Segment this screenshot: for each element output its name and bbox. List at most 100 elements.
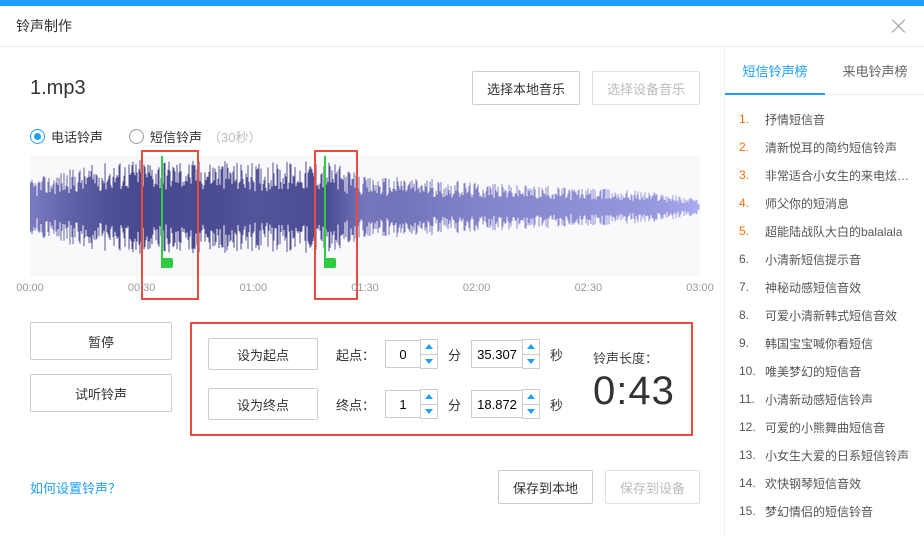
rank-title: 小女生大爱的日系短信铃声 <box>765 447 909 464</box>
rank-item[interactable]: 6. 小清新短信提示音 <box>725 245 924 273</box>
rank-item[interactable]: 8. 可爱小清新韩式短信音效 <box>725 301 924 329</box>
rank-item[interactable]: 11. 小清新动感短信铃声 <box>725 385 924 413</box>
tick-label: 02:30 <box>575 282 603 294</box>
end-sec-stepper[interactable] <box>471 389 540 419</box>
rank-number: 5. <box>739 224 759 238</box>
rank-number: 11. <box>739 392 759 406</box>
rank-title: 清新悦耳的简约短信铃声 <box>765 139 897 156</box>
rank-title: 韩国宝宝喊你看短信 <box>765 335 873 352</box>
file-name: 1.mp3 <box>30 77 86 100</box>
rank-title: 梦幻情侣的短信铃音 <box>765 503 873 520</box>
step-up-icon[interactable] <box>523 390 539 405</box>
rank-item[interactable]: 10.唯美梦幻的短信音 <box>725 357 924 385</box>
tick-label: 00:00 <box>16 282 44 294</box>
start-sec-stepper[interactable] <box>471 339 540 369</box>
help-link[interactable]: 如何设置铃声？ <box>30 478 121 497</box>
set-end-button[interactable]: 设为终点 <box>208 388 318 420</box>
rank-title: 可爱小清新韩式短信音效 <box>765 307 897 324</box>
min-unit: 分 <box>448 345 461 364</box>
rank-title: 超能陆战队大白的balalala <box>765 223 902 240</box>
radio-sms-note: （30秒） <box>208 127 261 146</box>
rank-number: 7. <box>739 280 759 294</box>
rank-title: 非常适合小女生的来电炫彩… <box>765 167 911 184</box>
length-value: 0:43 <box>593 371 675 411</box>
rank-number: 13. <box>739 448 759 462</box>
start-label: 起点： <box>336 345 375 364</box>
tick-label: 00:30 <box>128 282 156 294</box>
end-min-input[interactable] <box>385 390 420 418</box>
rank-item[interactable]: 1. 抒情短信音 <box>725 105 924 133</box>
radio-phone-ringtone[interactable]: 电话铃声 <box>30 127 103 146</box>
rank-title: 小清新短信提示音 <box>765 251 861 268</box>
radio-phone-label: 电话铃声 <box>51 127 103 146</box>
step-up-icon[interactable] <box>421 390 437 405</box>
end-label: 终点： <box>336 395 375 414</box>
tick-label: 01:00 <box>240 282 268 294</box>
step-down-icon[interactable] <box>421 355 437 369</box>
rank-item[interactable]: 4. 师父你的短消息 <box>725 189 924 217</box>
rank-number: 6. <box>739 252 759 266</box>
rank-number: 1. <box>739 112 759 126</box>
tab-sms-rank[interactable]: 短信铃声榜 <box>725 47 825 95</box>
rank-list: 1. 抒情短信音 2. 清新悦耳的简约短信铃声 3. 非常适合小女生的来电炫彩… 4. 师父你… <box>725 95 924 535</box>
choose-local-button[interactable]: 选择本地音乐 <box>472 71 580 105</box>
tab-call-rank[interactable]: 来电铃声榜 <box>825 47 924 93</box>
rank-item[interactable]: 5. 超能陆战队大白的balalala <box>725 217 924 245</box>
preview-button[interactable]: 试听铃声 <box>30 374 172 412</box>
pause-button[interactable]: 暂停 <box>30 322 172 360</box>
rank-title: 神秘动感短信音效 <box>765 279 861 296</box>
rank-number: 8. <box>739 308 759 322</box>
rank-number: 12. <box>739 420 759 434</box>
step-down-icon[interactable] <box>523 355 539 369</box>
rank-item[interactable]: 15. 梦幻情侣的短信铃音 <box>725 497 924 525</box>
step-up-icon[interactable] <box>421 340 437 355</box>
rank-number: 2. <box>739 140 759 154</box>
step-down-icon[interactable] <box>421 405 437 419</box>
radio-sms-label: 短信铃声 <box>150 127 202 146</box>
rank-number: 15. <box>739 504 759 518</box>
timeline-ticks: 00:0000:3001:0001:3002:0002:3003:00 <box>30 282 700 296</box>
rank-item[interactable]: 14. 欢快钢琴短信音效 <box>725 469 924 497</box>
rank-title: 小清新动感短信铃声 <box>765 391 873 408</box>
start-sec-input[interactable] <box>471 340 522 368</box>
rank-item[interactable]: 12. 可爱的小熊舞曲短信音 <box>725 413 924 441</box>
set-start-button[interactable]: 设为起点 <box>208 338 318 370</box>
dialog-title: 铃声制作 <box>16 16 72 36</box>
start-min-stepper[interactable] <box>385 339 438 369</box>
sec-unit: 秒 <box>550 345 563 364</box>
min-unit: 分 <box>448 395 461 414</box>
end-min-stepper[interactable] <box>385 389 438 419</box>
length-label: 铃声长度： <box>593 348 675 367</box>
rank-title: 师父你的短消息 <box>765 195 849 212</box>
sec-unit: 秒 <box>550 395 563 414</box>
rank-item[interactable]: 13. 小女生大爱的日系短信铃声 <box>725 441 924 469</box>
rank-number: 14. <box>739 476 759 490</box>
rank-number: 4. <box>739 196 759 210</box>
radio-sms-ringtone[interactable]: 短信铃声 （30秒） <box>129 127 261 146</box>
range-editor: 设为起点 起点： 分 秒 <box>190 322 693 436</box>
tick-label: 01:30 <box>351 282 379 294</box>
choose-device-button: 选择设备音乐 <box>592 71 700 105</box>
save-local-button[interactable]: 保存到本地 <box>498 470 593 504</box>
rank-title: 欢快钢琴短信音效 <box>765 475 861 492</box>
rank-title: 唯美梦幻的短信音 <box>765 363 861 380</box>
radio-dot-icon <box>129 129 144 144</box>
end-sec-input[interactable] <box>471 390 522 418</box>
rank-number: 9. <box>739 336 759 350</box>
tick-label: 03:00 <box>686 282 714 294</box>
rank-number: 3. <box>739 168 759 182</box>
step-down-icon[interactable] <box>523 405 539 419</box>
waveform-area[interactable] <box>30 156 700 276</box>
start-min-input[interactable] <box>385 340 420 368</box>
rank-item[interactable]: 9. 韩国宝宝喊你看短信 <box>725 329 924 357</box>
rank-title: 可爱的小熊舞曲短信音 <box>765 419 885 436</box>
step-up-icon[interactable] <box>523 340 539 355</box>
rank-title: 抒情短信音 <box>765 111 825 128</box>
save-device-button: 保存到设备 <box>605 470 700 504</box>
rank-item[interactable]: 7. 神秘动感短信音效 <box>725 273 924 301</box>
rank-item[interactable]: 3. 非常适合小女生的来电炫彩… <box>725 161 924 189</box>
rank-item[interactable]: 2. 清新悦耳的简约短信铃声 <box>725 133 924 161</box>
close-icon[interactable] <box>890 17 908 35</box>
start-marker[interactable] <box>161 156 163 258</box>
end-marker[interactable] <box>324 156 326 258</box>
